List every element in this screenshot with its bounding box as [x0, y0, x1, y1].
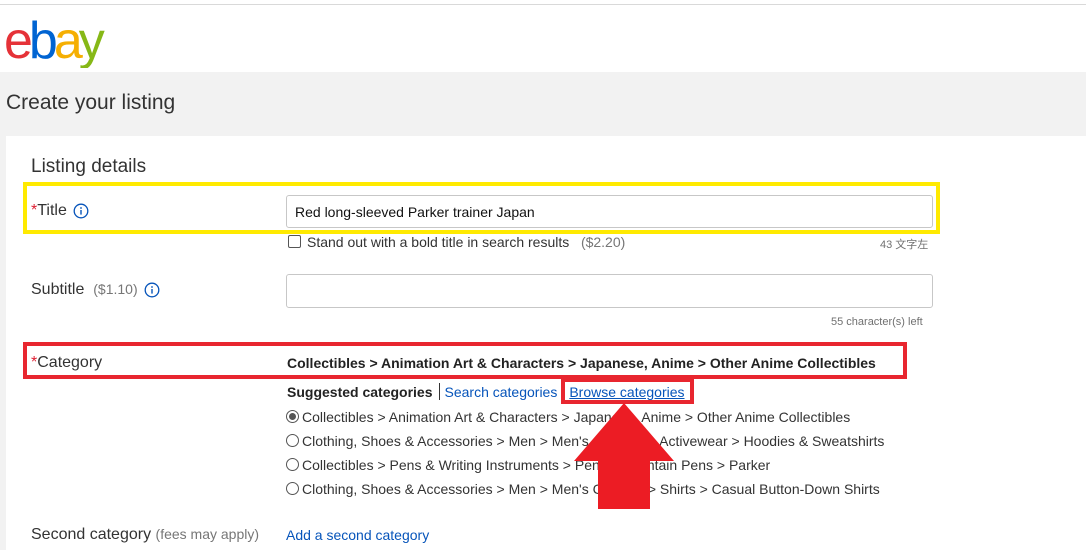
- bold-title-checkbox[interactable]: [288, 235, 301, 248]
- add-second-category-link[interactable]: Add a second category: [286, 527, 429, 543]
- browse-categories-highlight-box: [561, 378, 694, 404]
- second-category-label: Second category (fees may apply): [31, 526, 259, 544]
- svg-text:ebay: ebay: [4, 12, 105, 68]
- category-suggestion-label: Collectibles > Pens & Writing Instrument…: [302, 457, 771, 473]
- tab-search-categories[interactable]: Search categories: [445, 384, 558, 400]
- category-radio[interactable]: [286, 482, 299, 495]
- category-radio[interactable]: [286, 410, 299, 423]
- section-title: Listing details: [31, 156, 147, 177]
- bold-title-label: Stand out with a bold title in search re…: [307, 234, 570, 250]
- title-char-counter: 43 文字左: [880, 239, 929, 251]
- second-category-label-text: Second category: [31, 526, 152, 543]
- subtitle-input[interactable]: [286, 274, 933, 308]
- info-icon[interactable]: [144, 282, 160, 298]
- tab-suggested-categories[interactable]: Suggested categories: [287, 384, 433, 400]
- category-radio[interactable]: [286, 458, 299, 471]
- title-highlight-box: [23, 182, 940, 234]
- subtitle-char-counter: 55 character(s) left: [831, 316, 923, 328]
- category-highlight-box: [23, 342, 907, 379]
- subtitle-label: Subtitle ($1.10): [31, 281, 160, 299]
- top-border: [0, 0, 1086, 5]
- category-suggestion[interactable]: Collectibles > Pens & Writing Instrument…: [286, 457, 770, 473]
- ebay-logo[interactable]: ebay: [4, 8, 128, 68]
- category-suggestion[interactable]: Collectibles > Animation Art & Character…: [286, 409, 850, 425]
- up-arrow-icon: [574, 403, 674, 509]
- subtitle-label-text: Subtitle: [31, 281, 85, 298]
- page-title: Create your listing: [6, 91, 176, 114]
- subtitle-fee: ($1.10): [93, 281, 138, 297]
- bold-title-option[interactable]: Stand out with a bold title in search re…: [288, 234, 625, 250]
- bold-title-fee: ($2.20): [580, 234, 626, 250]
- tab-divider: [438, 383, 440, 400]
- category-radio[interactable]: [286, 434, 299, 447]
- second-category-fee-note: (fees may apply): [155, 526, 260, 542]
